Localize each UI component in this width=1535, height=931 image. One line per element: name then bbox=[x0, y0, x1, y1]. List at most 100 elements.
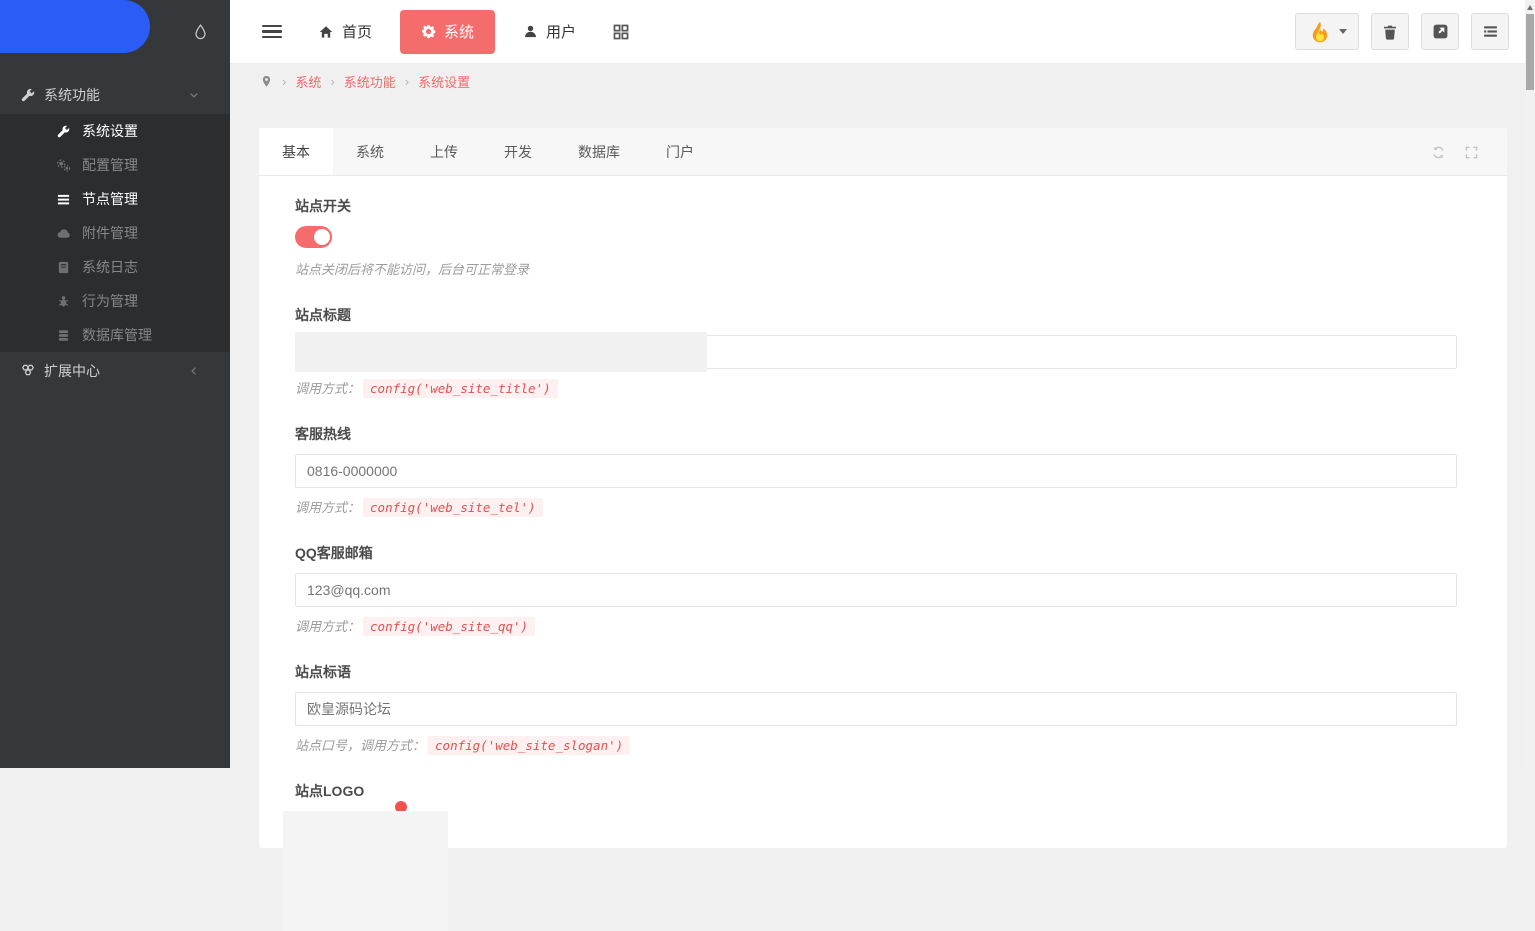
field-label: 站点开关 bbox=[295, 196, 1457, 216]
breadcrumb-link-system-functions[interactable]: 系统功能 bbox=[344, 72, 396, 91]
nav-item-label: 用户 bbox=[546, 21, 576, 42]
breadcrumb-separator: › bbox=[330, 74, 334, 89]
site-qq-input[interactable] bbox=[295, 573, 1457, 607]
breadcrumb-link-system[interactable]: 系统 bbox=[295, 72, 321, 91]
help-prefix: 站点口号，调用方式： bbox=[295, 738, 425, 753]
scrollbar-up-arrow-icon[interactable] bbox=[1527, 5, 1533, 10]
page-scrollbar[interactable] bbox=[1525, 0, 1535, 768]
field-help: 调用方式：config('web_site_tel') bbox=[295, 497, 1457, 516]
fullscreen-icon[interactable] bbox=[1464, 145, 1479, 160]
book-icon bbox=[56, 260, 71, 275]
sidebar-item-database-management[interactable]: 数据库管理 bbox=[0, 318, 230, 352]
panel-tools bbox=[1431, 128, 1479, 176]
field-site-qq: QQ客服邮箱 调用方式：config('web_site_qq') bbox=[295, 543, 1457, 635]
redaction-overlay bbox=[295, 332, 707, 372]
home-icon bbox=[318, 24, 334, 40]
toggle-knob bbox=[312, 227, 332, 247]
refresh-icon[interactable] bbox=[1431, 145, 1446, 160]
tab-bar: 基本 系统 上传 开发 数据库 门户 bbox=[259, 128, 1507, 176]
field-label: 站点LOGO bbox=[295, 781, 1457, 801]
sidebar-section-system-functions[interactable]: 系统功能 bbox=[0, 76, 230, 114]
field-help: 站点关闭后将不能访问，后台可正常登录 bbox=[295, 259, 1457, 278]
sidebar-section-label: 系统功能 bbox=[44, 85, 100, 105]
sidebar-item-label: 附件管理 bbox=[82, 223, 138, 243]
field-help: 站点口号，调用方式：config('web_site_slogan') bbox=[295, 735, 1457, 754]
tab-system[interactable]: 系统 bbox=[333, 128, 407, 175]
sidebar-item-label: 系统设置 bbox=[82, 121, 138, 141]
field-label: 站点标语 bbox=[295, 662, 1457, 682]
user-icon bbox=[523, 24, 538, 39]
help-prefix: 调用方式： bbox=[295, 381, 360, 396]
sidebar-section-label: 扩展中心 bbox=[44, 361, 100, 381]
cogs-icon bbox=[56, 158, 71, 173]
theme-dropdown-button[interactable] bbox=[1295, 13, 1359, 50]
sidebar-item-attachment-management[interactable]: 附件管理 bbox=[0, 216, 230, 250]
sidebar-submenu: 系统设置 配置管理 节点管理 附件管理 bbox=[0, 114, 230, 352]
field-label: 站点标题 bbox=[295, 305, 1457, 325]
breadcrumb-separator: › bbox=[282, 74, 286, 89]
site-slogan-input[interactable] bbox=[295, 692, 1457, 726]
sidebar-section-extension-center[interactable]: 扩展中心 bbox=[0, 352, 230, 390]
sidebar-item-behavior-management[interactable]: 行为管理 bbox=[0, 284, 230, 318]
settings-panel: 基本 系统 上传 开发 数据库 门户 站点开关 站点关闭后将不能访问，后台可正常… bbox=[259, 128, 1507, 848]
tab-upload[interactable]: 上传 bbox=[407, 128, 481, 175]
code-snippet: config('web_site_qq') bbox=[363, 617, 535, 636]
help-prefix: 调用方式： bbox=[295, 619, 360, 634]
nav-item-label: 系统 bbox=[444, 21, 474, 42]
help-prefix: 调用方式： bbox=[295, 500, 360, 515]
sidebar-item-label: 配置管理 bbox=[82, 155, 138, 175]
site-switch-toggle[interactable] bbox=[295, 226, 332, 248]
apps-grid-icon[interactable] bbox=[596, 0, 646, 64]
flame-icon bbox=[1308, 19, 1332, 45]
trash-button[interactable] bbox=[1371, 13, 1409, 50]
topbar-nav: 首页 系统 用户 bbox=[298, 0, 646, 64]
field-site-tel: 客服热线 调用方式：config('web_site_tel') bbox=[295, 424, 1457, 516]
tab-develop[interactable]: 开发 bbox=[481, 128, 555, 175]
list-icon bbox=[56, 192, 71, 207]
code-snippet: config('web_site_slogan') bbox=[428, 736, 630, 755]
chevron-left-icon bbox=[188, 365, 204, 377]
external-link-button[interactable] bbox=[1421, 13, 1459, 50]
chevron-down-icon bbox=[188, 89, 204, 101]
nav-item-home[interactable]: 首页 bbox=[298, 0, 392, 64]
nav-item-system[interactable]: 系统 bbox=[400, 10, 495, 54]
site-tel-input[interactable] bbox=[295, 454, 1457, 488]
nav-item-users[interactable]: 用户 bbox=[503, 0, 596, 64]
field-help: 调用方式：config('web_site_title') bbox=[295, 378, 1457, 397]
sidebar-item-site-settings[interactable]: 系统设置 bbox=[0, 114, 230, 148]
hexagons-icon bbox=[20, 363, 36, 379]
topbar-actions bbox=[1295, 13, 1509, 50]
hamburger-menu-icon[interactable] bbox=[262, 22, 282, 42]
wrench-icon bbox=[56, 124, 71, 139]
sidebar-item-label: 行为管理 bbox=[82, 291, 138, 311]
sidebar-item-label: 数据库管理 bbox=[82, 325, 152, 345]
field-label: 客服热线 bbox=[295, 424, 1457, 444]
sidebar-item-node-management[interactable]: 节点管理 bbox=[0, 182, 230, 216]
code-snippet: config('web_site_tel') bbox=[363, 498, 543, 517]
field-site-title: 站点标题 调用方式：config('web_site_title') bbox=[295, 305, 1457, 397]
field-site-slogan: 站点标语 站点口号，调用方式：config('web_site_slogan') bbox=[295, 662, 1457, 754]
sidebar-nav: 系统功能 系统设置 配置管理 节点管理 bbox=[0, 76, 230, 390]
scrollbar-thumb[interactable] bbox=[1526, 14, 1534, 90]
tab-portal[interactable]: 门户 bbox=[643, 128, 717, 175]
sidebar-item-system-logs[interactable]: 系统日志 bbox=[0, 250, 230, 284]
field-help: 调用方式：config('web_site_qq') bbox=[295, 616, 1457, 635]
nav-item-label: 首页 bbox=[342, 21, 372, 42]
tab-database[interactable]: 数据库 bbox=[555, 128, 643, 175]
sidebar-item-label: 节点管理 bbox=[82, 189, 138, 209]
code-snippet: config('web_site_title') bbox=[363, 379, 558, 398]
sidebar-item-config-management[interactable]: 配置管理 bbox=[0, 148, 230, 182]
breadcrumb-link-site-settings[interactable]: 系统设置 bbox=[418, 72, 470, 91]
field-label: QQ客服邮箱 bbox=[295, 543, 1457, 563]
logo-blob bbox=[0, 0, 150, 53]
breadcrumb: › 系统 › 系统功能 › 系统设置 bbox=[230, 64, 1525, 98]
location-pin-icon bbox=[260, 74, 273, 89]
tab-basic[interactable]: 基本 bbox=[259, 128, 333, 175]
list-lines-button[interactable] bbox=[1471, 13, 1509, 50]
database-icon bbox=[56, 328, 71, 343]
site-logo-upload-box[interactable] bbox=[283, 811, 448, 931]
settings-form: 站点开关 站点关闭后将不能访问，后台可正常登录 站点标题 调用方式：config… bbox=[259, 176, 1507, 931]
sidebar-item-label: 系统日志 bbox=[82, 257, 138, 277]
field-site-logo: 站点LOGO bbox=[295, 781, 1457, 931]
field-site-switch: 站点开关 站点关闭后将不能访问，后台可正常登录 bbox=[295, 196, 1457, 278]
